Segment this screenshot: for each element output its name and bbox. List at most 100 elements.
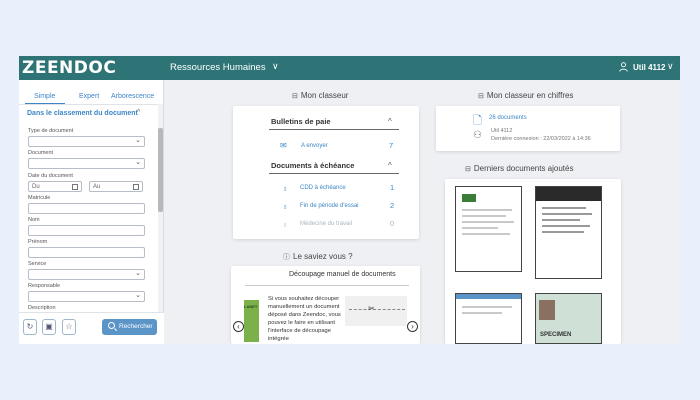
document-header	[456, 294, 521, 299]
reset-icon: ↻	[26, 322, 34, 331]
field-label-prenom: Prénom	[28, 239, 48, 245]
text-line	[542, 219, 580, 221]
calendar-icon[interactable]	[133, 184, 139, 190]
derniers-title: Derniers documents ajoutés	[473, 164, 574, 173]
text-line	[542, 231, 584, 233]
divider	[19, 104, 159, 105]
row-count[interactable]: 7	[389, 141, 393, 150]
chevron-down-icon[interactable]: ∨	[667, 61, 674, 72]
company-logo	[462, 194, 476, 202]
field-label-date: Date du document	[28, 173, 73, 179]
specimen-stamp: SPECIMEN	[540, 332, 572, 338]
inbox-icon: ⊟	[478, 93, 484, 100]
reset-button[interactable]: ↻	[23, 319, 37, 335]
scrollbar-thumb[interactable]	[158, 128, 163, 212]
chevron-up-icon[interactable]: ^	[388, 161, 392, 170]
chevron-down-icon: ⌄	[135, 270, 141, 277]
stats-user: Util 4112	[491, 128, 513, 134]
scissors-icon: ✂	[368, 304, 375, 313]
text-line	[462, 215, 506, 217]
text-line	[462, 312, 502, 314]
saviez-heading: ⓘ Le saviez vous ?	[283, 252, 353, 262]
save-search-button[interactable]: ▣	[42, 319, 56, 335]
document-icon: 🗋	[473, 115, 482, 127]
tip-card: Découpage manuel de documents LANET Si v…	[231, 266, 420, 344]
field-label-responsable: Responsable	[28, 283, 61, 289]
document-thumbnail[interactable]	[535, 186, 602, 279]
inbox-icon: ⊟	[465, 166, 471, 173]
row-label[interactable]: Fin de période d'essai	[300, 203, 359, 209]
calendar-icon[interactable]	[72, 184, 78, 190]
section-title[interactable]: Dans le classement du document	[27, 110, 138, 117]
bell-icon: ♁	[282, 220, 288, 229]
field-label-description: Description	[28, 305, 56, 311]
chevron-up-icon[interactable]: ^	[137, 109, 140, 116]
tip-screenshot: ✂	[345, 296, 407, 326]
chevron-down-icon: ⌄	[135, 159, 141, 166]
document-type-select[interactable]: ⌄	[28, 136, 145, 147]
zeendoc-logo[interactable]: ZEENDOC	[22, 58, 116, 78]
text-line	[542, 213, 592, 215]
prenom-input[interactable]	[28, 247, 145, 258]
top-bar: ZEENDOC Ressources Humaines ∨ Util 4112 …	[19, 56, 680, 80]
user-name[interactable]: Util 4112	[633, 63, 665, 72]
row-count[interactable]: 0	[390, 219, 394, 228]
user-icon[interactable]	[619, 62, 628, 72]
tip-body: Si vous souhaitez découper manuellement …	[268, 296, 341, 342]
tip-logo-text: LANET	[244, 304, 258, 309]
document-thumbnail[interactable]	[455, 186, 522, 272]
field-label-nom: Nom	[28, 217, 40, 223]
tab-arborescence[interactable]: Arborescence	[111, 93, 154, 100]
document-thumbnail[interactable]	[455, 293, 522, 344]
row-label[interactable]: CDD à échéance	[300, 185, 346, 191]
date-to-placeholder: Au	[93, 184, 101, 190]
nom-input[interactable]	[28, 225, 145, 236]
recent-documents-card: SPECIMEN	[445, 179, 621, 344]
id-card-thumbnail[interactable]: SPECIMEN	[535, 293, 602, 344]
tab-expert[interactable]: Expert	[79, 93, 99, 100]
carousel-prev-button[interactable]: ‹	[233, 321, 244, 332]
documents-count-link[interactable]: 26 documents	[489, 115, 527, 121]
row-label[interactable]: Médecine du travail	[300, 221, 352, 227]
chiffres-heading: ⊟ Mon classeur en chiffres	[478, 91, 573, 100]
search-button-label: Rechercher	[119, 323, 153, 330]
workspace-selector[interactable]: Ressources Humaines	[170, 62, 266, 73]
field-label-matricule: Matricule	[28, 195, 51, 201]
stats-card: 🗋 26 documents ⚇ Util 4112 Dernière conn…	[436, 106, 620, 151]
tip-title: Découpage manuel de documents	[289, 271, 396, 278]
field-label-type: Type de document	[28, 128, 74, 134]
bell-icon: ♁	[282, 184, 288, 193]
document-select[interactable]: ⌄	[28, 158, 145, 169]
derniers-heading: ⊟ Derniers documents ajoutés	[465, 164, 573, 173]
chevron-up-icon[interactable]: ^	[388, 117, 392, 126]
search-button[interactable]: Rechercher	[102, 319, 157, 335]
last-login: Dernière connexion : 22/03/2022 à 14:36	[491, 136, 591, 142]
responsable-select[interactable]: ⌄	[28, 291, 145, 302]
id-photo	[539, 300, 555, 320]
divider	[269, 173, 399, 174]
row-count[interactable]: 2	[390, 201, 394, 210]
dashboard: ⊟ Mon classeur Bulletins de paie ^ ✉ A en…	[165, 80, 680, 344]
category-title[interactable]: Bulletins de paie	[271, 117, 331, 126]
divider	[269, 129, 399, 130]
date-to-input[interactable]: Au	[89, 181, 143, 192]
category-title[interactable]: Documents à échéance	[271, 161, 354, 170]
document-header	[536, 187, 601, 201]
chevron-down-icon[interactable]: ∨	[272, 61, 279, 72]
divider	[245, 285, 409, 286]
matricule-input[interactable]	[28, 203, 145, 214]
favorite-button[interactable]: ☆	[62, 319, 76, 335]
carousel-next-button[interactable]: ›	[407, 321, 418, 332]
search-tabs: Simple Expert Arborescence	[19, 92, 159, 105]
service-select[interactable]: ⌄	[28, 269, 145, 280]
row-label[interactable]: A envoyer	[301, 143, 328, 149]
tab-simple[interactable]: Simple	[34, 93, 55, 100]
envelope-icon: ✉	[280, 141, 287, 150]
classeur-card: Bulletins de paie ^ ✉ A envoyer 7 Docume…	[233, 106, 419, 239]
date-from-input[interactable]: Du	[28, 181, 82, 192]
row-count[interactable]: 1	[390, 183, 394, 192]
field-label-service: Service	[28, 261, 47, 267]
search-icon	[108, 322, 115, 329]
classeur-heading: ⊟ Mon classeur	[292, 91, 348, 100]
info-icon: ⓘ	[283, 254, 290, 261]
